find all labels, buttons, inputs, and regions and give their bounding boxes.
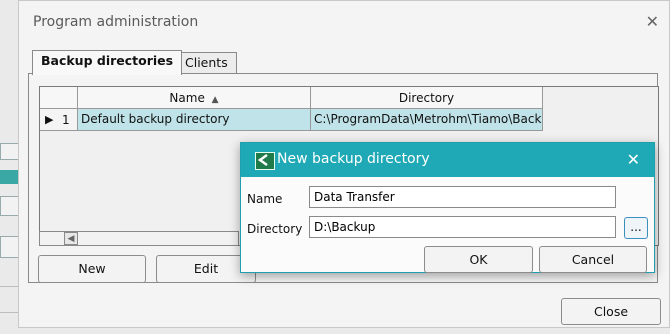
scroll-left-arrow-icon[interactable]: ◀ bbox=[64, 232, 78, 245]
tab-backup-directories[interactable]: Backup directories bbox=[32, 50, 183, 75]
column-header-directory-label: Directory bbox=[398, 91, 455, 105]
close-button[interactable]: Close bbox=[561, 298, 661, 325]
tab-clients[interactable]: Clients bbox=[176, 52, 237, 73]
ok-button[interactable]: OK bbox=[424, 246, 533, 273]
horizontal-scrollbar[interactable]: ◀ bbox=[39, 231, 239, 246]
column-header-name-label: Name bbox=[169, 91, 205, 105]
background-app-panel bbox=[0, 196, 20, 216]
name-label: Name bbox=[247, 192, 283, 206]
table-row-name-cell[interactable]: Default backup directory bbox=[78, 109, 311, 131]
column-header-directory[interactable]: Directory bbox=[311, 87, 543, 109]
new-button[interactable]: New bbox=[38, 255, 146, 283]
directory-input[interactable] bbox=[309, 216, 616, 238]
background-app-panel bbox=[0, 236, 20, 258]
row-number: 1 bbox=[62, 113, 70, 127]
name-input[interactable] bbox=[309, 186, 616, 208]
close-icon[interactable]: ✕ bbox=[646, 12, 659, 31]
sub-dialog-title: New backup directory bbox=[277, 151, 430, 167]
dialog-title: Program administration bbox=[33, 14, 199, 30]
sort-ascending-icon: ▲ bbox=[211, 95, 219, 105]
column-header-name[interactable]: Name ▲ bbox=[78, 87, 311, 109]
background-app-teal-bar bbox=[0, 170, 18, 184]
browse-button[interactable]: ... bbox=[624, 217, 648, 239]
sub-dialog-titlebar: New backup directory ✕ bbox=[241, 143, 654, 177]
table-row-directory-cell[interactable]: C:\ProgramData\Metrohm\Tiamo\Backup bbox=[311, 109, 543, 131]
row-header-corner bbox=[40, 87, 78, 109]
row-indicator[interactable]: ▶ 1 bbox=[40, 109, 78, 131]
current-row-arrow-icon: ▶ bbox=[45, 113, 54, 126]
cancel-button[interactable]: Cancel bbox=[539, 246, 647, 273]
directory-label: Directory bbox=[247, 222, 303, 236]
close-icon[interactable]: ✕ bbox=[627, 150, 640, 169]
new-backup-directory-dialog: New backup directory ✕ Name Directory ..… bbox=[240, 142, 655, 273]
background-app-panel bbox=[0, 143, 20, 160]
tiamo-app-icon bbox=[255, 152, 275, 170]
